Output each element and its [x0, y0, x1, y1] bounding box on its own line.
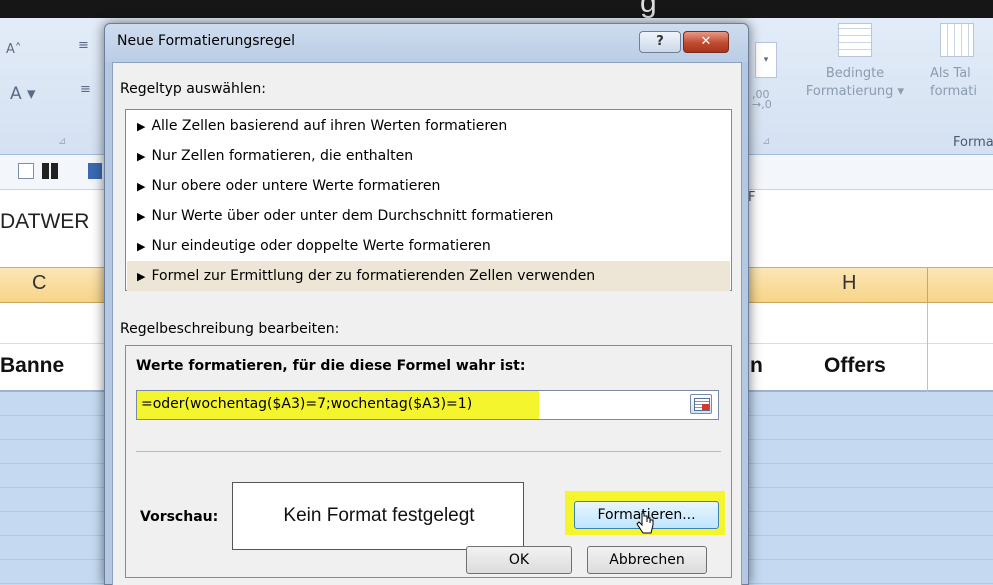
column-f-partial: F	[748, 190, 756, 205]
align-icon-2[interactable]: ≡	[80, 82, 91, 97]
dialog-title: Neue Formatierungsregel	[117, 33, 295, 49]
decimal-icon[interactable]: ,00 →,0	[752, 89, 772, 110]
new-formatting-rule-dialog: Neue Formatierungsregel ? ✕ Regeltyp aus…	[104, 23, 749, 585]
rule-description-label: Regelbeschreibung bearbeiten:	[120, 321, 340, 337]
cell-banner[interactable]: Banne	[0, 354, 64, 378]
arrow-right-icon: ▶	[137, 210, 146, 223]
arrow-right-icon: ▶	[137, 120, 146, 133]
format-as-table-label-1: Als Tal	[930, 66, 971, 81]
cancel-button[interactable]: Abbrechen	[587, 546, 707, 574]
rule-type-item[interactable]: ▶ Alle Zellen basierend auf ihren Werten …	[127, 111, 730, 141]
preview-box: Kein Format festgelegt	[232, 482, 524, 550]
arrow-right-icon: ▶	[137, 240, 146, 253]
rule-type-text: Nur Werte über oder unter dem Durchschni…	[151, 208, 554, 224]
divider	[136, 451, 721, 452]
column-header-c[interactable]: C	[32, 272, 46, 295]
mouse-cursor-icon	[636, 512, 654, 534]
close-button[interactable]: ✕	[683, 31, 729, 53]
formula-input[interactable]: =oder(wochentag($A3)=7;wochentag($A3)=1)	[136, 390, 719, 420]
dialog-titlebar[interactable]: Neue Formatierungsregel ? ✕	[105, 24, 748, 62]
column-separator	[927, 268, 928, 303]
conditional-formatting-label-1: Bedingte	[825, 66, 885, 81]
rule-type-text: Nur eindeutige oder doppelte Werte forma…	[151, 238, 491, 254]
rule-type-label: Regeltyp auswählen:	[120, 81, 266, 97]
top-strip-text: g	[640, 0, 657, 18]
rule-type-text: Nur obere oder untere Werte formatieren	[151, 178, 441, 194]
preview-text: Kein Format festgelegt	[283, 505, 475, 526]
rule-type-item-selected[interactable]: ▶ Formel zur Ermittlung der zu formatiere…	[127, 261, 730, 291]
formula-heading: Werte formatieren, für die diese Formel …	[136, 358, 526, 374]
grid-view-icon[interactable]	[42, 163, 60, 179]
font-color-icon[interactable]: A ▾	[10, 84, 36, 104]
arrow-right-icon: ▶	[137, 150, 146, 163]
collapse-dialog-icon[interactable]	[690, 394, 712, 414]
column-header-h[interactable]: H	[842, 272, 856, 295]
arrow-right-icon: ▶	[137, 270, 146, 283]
rule-type-text: Alle Zellen basierend auf ihren Werten f…	[151, 118, 508, 134]
rule-type-text: Formel zur Ermittlung der zu formatieren…	[151, 268, 596, 284]
conditional-formatting-button[interactable]: Bedingte Formatierung ▾	[805, 23, 905, 101]
conditional-formatting-label-2: Formatierung ▾	[805, 84, 905, 99]
top-strip: g	[0, 0, 993, 18]
dialog-body: Regeltyp auswählen: ▶ Alle Zellen basiere…	[112, 62, 742, 585]
number-format-dropdown[interactable]: ▾	[755, 42, 777, 78]
rule-type-item[interactable]: ▶ Nur Zellen formatieren, die enthalten	[127, 141, 730, 171]
align-icon[interactable]: ≡	[78, 38, 89, 53]
rule-type-item[interactable]: ▶ Nur Werte über oder unter dem Durchschn…	[127, 201, 730, 231]
cell-offers[interactable]: Offers	[824, 354, 886, 378]
number-launcher-icon[interactable]: ⊿	[762, 136, 770, 147]
format-as-table-label-2: formati	[930, 84, 977, 99]
rule-type-item[interactable]: ▶ Nur eindeutige oder doppelte Werte form…	[127, 231, 730, 261]
rule-type-text: Nur Zellen formatieren, die enthalten	[151, 148, 414, 164]
formula-value: =oder(wochentag($A3)=7;wochentag($A3)=1)	[141, 396, 473, 412]
ribbon-group-label: Forma	[953, 135, 993, 150]
rule-type-item[interactable]: ▶ Nur obere oder untere Werte formatieren	[127, 171, 730, 201]
cell-content-partial: DATWER	[0, 210, 90, 233]
view-icon[interactable]	[88, 163, 102, 179]
preview-label: Vorschau:	[140, 509, 219, 525]
rule-type-list[interactable]: ▶ Alle Zellen basierend auf ihren Werten …	[125, 109, 732, 291]
cell-g-partial[interactable]: n	[750, 354, 763, 378]
dialog-launcher-icon[interactable]: ⊿	[58, 136, 66, 147]
conditional-formatting-icon	[838, 23, 872, 57]
ok-button[interactable]: OK	[466, 546, 572, 574]
format-as-table-button[interactable]: Als Tal formati	[930, 23, 993, 101]
arrow-right-icon: ▶	[137, 180, 146, 193]
rule-description-box: Werte formatieren, für die diese Formel …	[125, 345, 732, 578]
grid-line	[927, 303, 928, 392]
table-icon	[940, 23, 974, 57]
grow-font-icon[interactable]: A˄	[6, 42, 21, 57]
page-layout-icon[interactable]	[18, 163, 34, 179]
help-button[interactable]: ?	[639, 31, 681, 53]
